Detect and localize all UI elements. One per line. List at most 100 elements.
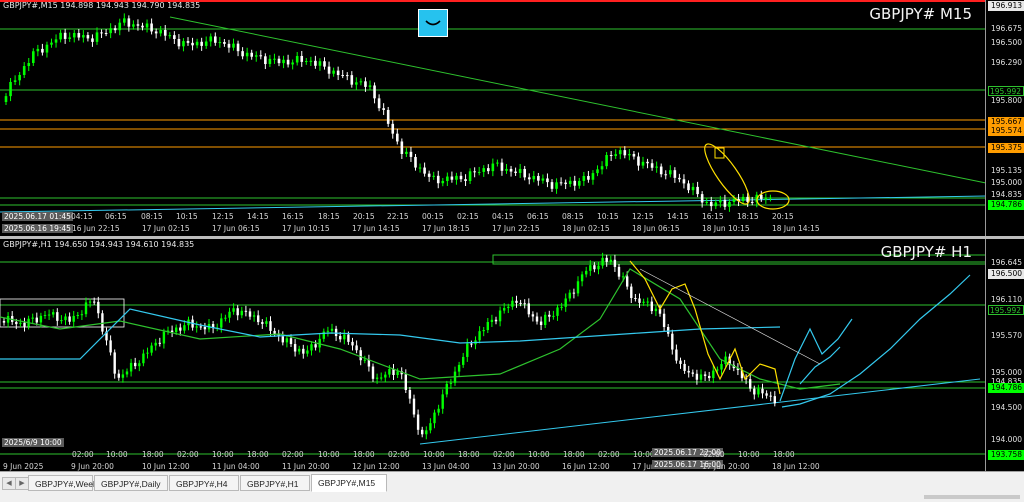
price-label: 196.500 [990, 38, 1022, 47]
date-label: 12 Jun 12:00 [352, 462, 400, 471]
candle-body [638, 298, 641, 303]
smiley-face-icon[interactable] [418, 9, 448, 37]
chart-m15[interactable]: GBPJPY#,M15 194.898 194.943 194.790 194.… [0, 0, 1024, 239]
candle-body [309, 60, 313, 62]
candle-body [609, 155, 613, 157]
candle-body [104, 33, 108, 35]
candle-body [36, 48, 40, 52]
candle-body [709, 201, 713, 207]
candle-body [548, 314, 551, 317]
candle-body [50, 42, 53, 45]
candle-body [150, 345, 153, 353]
time-label: 06:15 [105, 212, 127, 221]
candle-body [386, 109, 390, 124]
time-label: 02:00 [493, 450, 515, 459]
candle-body [100, 32, 103, 34]
candle-body [45, 44, 49, 53]
date-label: 16 Jun 12:00 [562, 462, 610, 471]
tab-h4[interactable]: GBPJPY#,H4 [169, 475, 239, 491]
m15-plot[interactable] [0, 0, 1024, 236]
candle-body [477, 171, 481, 173]
candle-body [459, 175, 463, 180]
tab-m15[interactable]: GBPJPY#,M15 [311, 474, 387, 492]
crosshair-date-label: 2025.06.16 19:45 [2, 224, 73, 233]
candle-body [183, 325, 186, 331]
candle-body [27, 62, 31, 67]
candle-body [109, 28, 112, 34]
candle-body [291, 62, 294, 65]
candle-body [498, 310, 502, 322]
tab-scroll-right-icon[interactable]: ▶ [15, 477, 29, 490]
candle-body [330, 328, 334, 331]
candle-body [650, 163, 654, 168]
candle-body [765, 393, 768, 396]
candle-body [109, 340, 112, 353]
price-label: 196.645 [990, 258, 1022, 267]
candle-body [764, 198, 768, 200]
candle-body [218, 42, 222, 44]
date-label: 18 Jun 14:15 [772, 224, 820, 233]
date-label: 9 Jun 2025 [3, 462, 44, 471]
candle-body [505, 168, 508, 171]
candle-body [4, 96, 8, 102]
candle-body [158, 342, 161, 344]
candle-body [589, 265, 592, 271]
candle-body [88, 301, 92, 303]
h1-price-axis[interactable]: 196.645 196.500 196.110 195.992 195.570 … [985, 239, 1024, 471]
candle-body [486, 321, 489, 331]
candle-body [669, 170, 672, 175]
candle-body [142, 353, 145, 364]
candle-body [568, 292, 571, 299]
candle-body [691, 186, 695, 191]
price-label: 194.500 [990, 403, 1022, 412]
time-label: 20:15 [772, 212, 794, 221]
time-label: 12:15 [632, 212, 654, 221]
date-label: 18 Jun 02:15 [562, 224, 610, 233]
candle-body [441, 180, 445, 184]
candle-body [64, 316, 67, 321]
time-label: 02:00 [388, 450, 410, 459]
price-badge-green: 194.786 [988, 383, 1024, 393]
candle-body [345, 75, 349, 77]
time-label: 10:00 [738, 450, 760, 459]
candle-body [546, 178, 549, 183]
time-label: 10:15 [597, 212, 619, 221]
candle-body [323, 61, 326, 67]
candle-body [482, 330, 485, 332]
candle-body [614, 154, 617, 156]
date-label: 11 Jun 04:00 [212, 462, 260, 471]
crosshair-time-label: 2025.06.17 01:45 [2, 212, 73, 221]
tab-scroll-left-icon[interactable]: ◀ [2, 477, 16, 490]
candle-body [334, 328, 338, 337]
candle-body [468, 171, 472, 181]
candle-body [455, 175, 458, 180]
candle-body [63, 32, 67, 39]
candle-body [396, 371, 399, 376]
horizontal-scrollbar[interactable] [924, 495, 1020, 499]
time-label: 02:00 [598, 450, 620, 459]
tab-weekly[interactable]: GBPJPY#,Weekly [28, 475, 103, 491]
candle-body [650, 301, 653, 312]
candle-body [596, 169, 599, 174]
h1-plot[interactable] [0, 239, 1024, 471]
chart-h1[interactable]: GBPJPY#,H1 194.650 194.943 194.610 194.8… [0, 239, 1024, 471]
time-label: 02:00 [282, 450, 304, 459]
candle-body [632, 154, 636, 157]
candle-body [259, 55, 263, 57]
date-label: 17 Jun 06:15 [212, 224, 260, 233]
candle-body [72, 33, 76, 38]
price-label: 195.800 [990, 96, 1022, 105]
candle-body [154, 342, 157, 346]
candle-body [509, 168, 513, 172]
tab-h1[interactable]: GBPJPY#,H1 [240, 475, 310, 491]
time-label: 02:00 [72, 450, 94, 459]
candle-body [355, 82, 358, 85]
candle-body [350, 75, 354, 85]
candle-body [101, 313, 104, 332]
candle-body [129, 362, 133, 372]
time-label: 00:15 [422, 212, 444, 221]
m15-price-axis[interactable]: 196.913 196.675 196.500 196.290 195.992 … [985, 0, 1024, 236]
candle-body [654, 308, 658, 312]
candle-body [519, 302, 522, 304]
tab-daily[interactable]: GBPJPY#,Daily [94, 475, 168, 491]
